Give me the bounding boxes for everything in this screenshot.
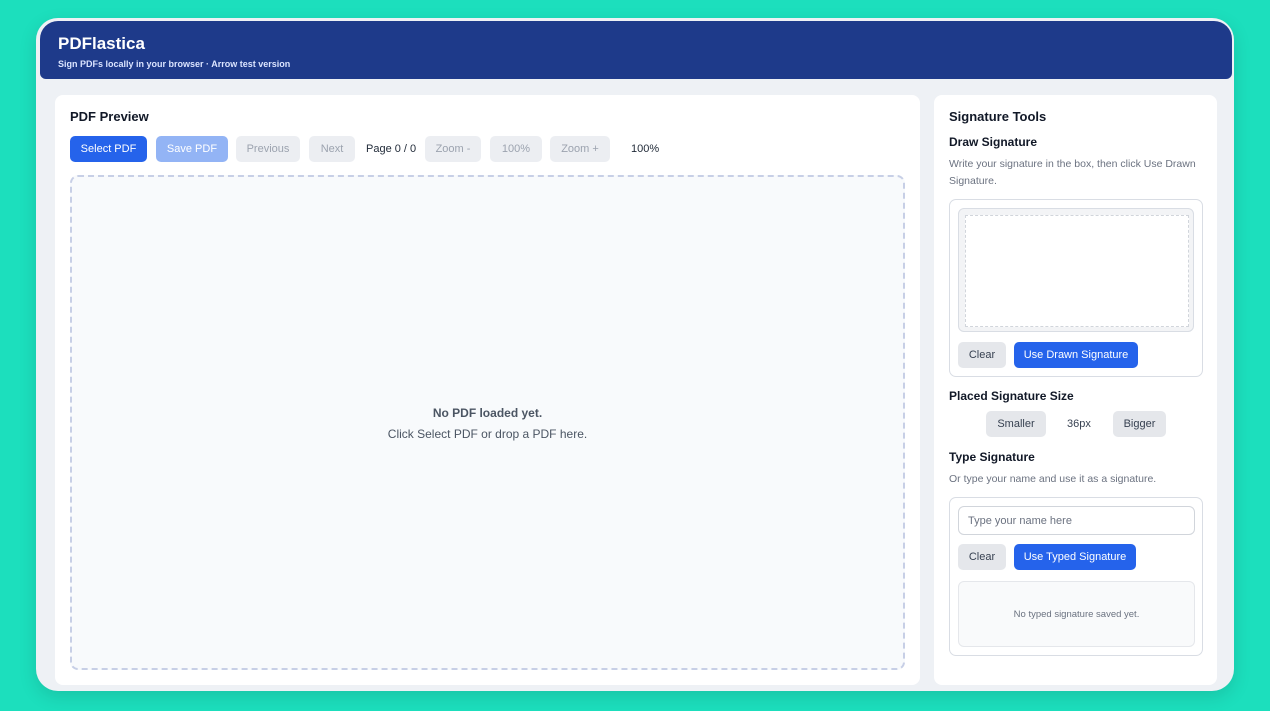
pdf-preview-title: PDF Preview xyxy=(70,109,149,124)
zoom-reset-button[interactable]: 100% xyxy=(490,136,542,162)
zoom-level: 100% xyxy=(631,143,660,155)
page-indicator: Page 0 / 0 xyxy=(366,143,417,155)
pdf-dropzone[interactable]: No PDF loaded yet. Click Select PDF or d… xyxy=(70,175,905,670)
draw-signature-title: Draw Signature xyxy=(949,135,1038,149)
zoom-in-button[interactable]: Zoom + xyxy=(550,136,610,162)
dropzone-hint: Click Select PDF or drop a PDF here. xyxy=(387,427,588,441)
draw-signature-help: Write your signature in the box, then cl… xyxy=(949,158,1196,187)
signature-tools-panel: Signature Tools Draw Signature Write you… xyxy=(934,95,1217,685)
type-signature-title: Type Signature xyxy=(949,450,1035,464)
signature-canvas[interactable] xyxy=(965,215,1189,327)
clear-typed-signature-button[interactable]: Clear xyxy=(958,544,1006,570)
draw-signature-card: Clear Use Drawn Signature xyxy=(949,199,1203,377)
smaller-signature-button[interactable]: Smaller xyxy=(986,411,1046,437)
signature-canvas-frame xyxy=(958,208,1194,332)
typed-name-input[interactable] xyxy=(958,506,1195,535)
next-page-button[interactable]: Next xyxy=(309,136,355,162)
use-typed-signature-button[interactable]: Use Typed Signature xyxy=(1014,544,1136,570)
dropzone-title: No PDF loaded yet. xyxy=(432,406,543,420)
app-header: PDFlastica Sign PDFs locally in your bro… xyxy=(40,21,1232,79)
bigger-signature-button[interactable]: Bigger xyxy=(1113,411,1166,437)
zoom-out-button[interactable]: Zoom - xyxy=(425,136,481,162)
signature-size-value: 36px xyxy=(1067,418,1091,430)
select-pdf-button[interactable]: Select PDF xyxy=(70,136,147,162)
previous-page-button[interactable]: Previous xyxy=(236,136,300,162)
app-title: PDFlastica xyxy=(58,34,145,53)
save-pdf-button[interactable]: Save PDF xyxy=(156,136,228,162)
type-signature-card: Clear Use Typed Signature No typed signa… xyxy=(949,497,1203,656)
app-window: PDFlastica Sign PDFs locally in your bro… xyxy=(36,18,1234,691)
placed-signature-size-title: Placed Signature Size xyxy=(949,389,1074,403)
clear-drawn-signature-button[interactable]: Clear xyxy=(958,342,1006,368)
typed-signature-preview: No typed signature saved yet. xyxy=(958,581,1195,647)
use-drawn-signature-button[interactable]: Use Drawn Signature xyxy=(1014,342,1138,368)
app-subtitle: Sign PDFs locally in your browser · Arro… xyxy=(58,59,291,69)
pdf-preview-panel: PDF Preview Select PDF Save PDF Previous… xyxy=(55,95,920,685)
signature-tools-title: Signature Tools xyxy=(949,109,1047,124)
type-signature-help: Or type your name and use it as a signat… xyxy=(949,473,1157,485)
